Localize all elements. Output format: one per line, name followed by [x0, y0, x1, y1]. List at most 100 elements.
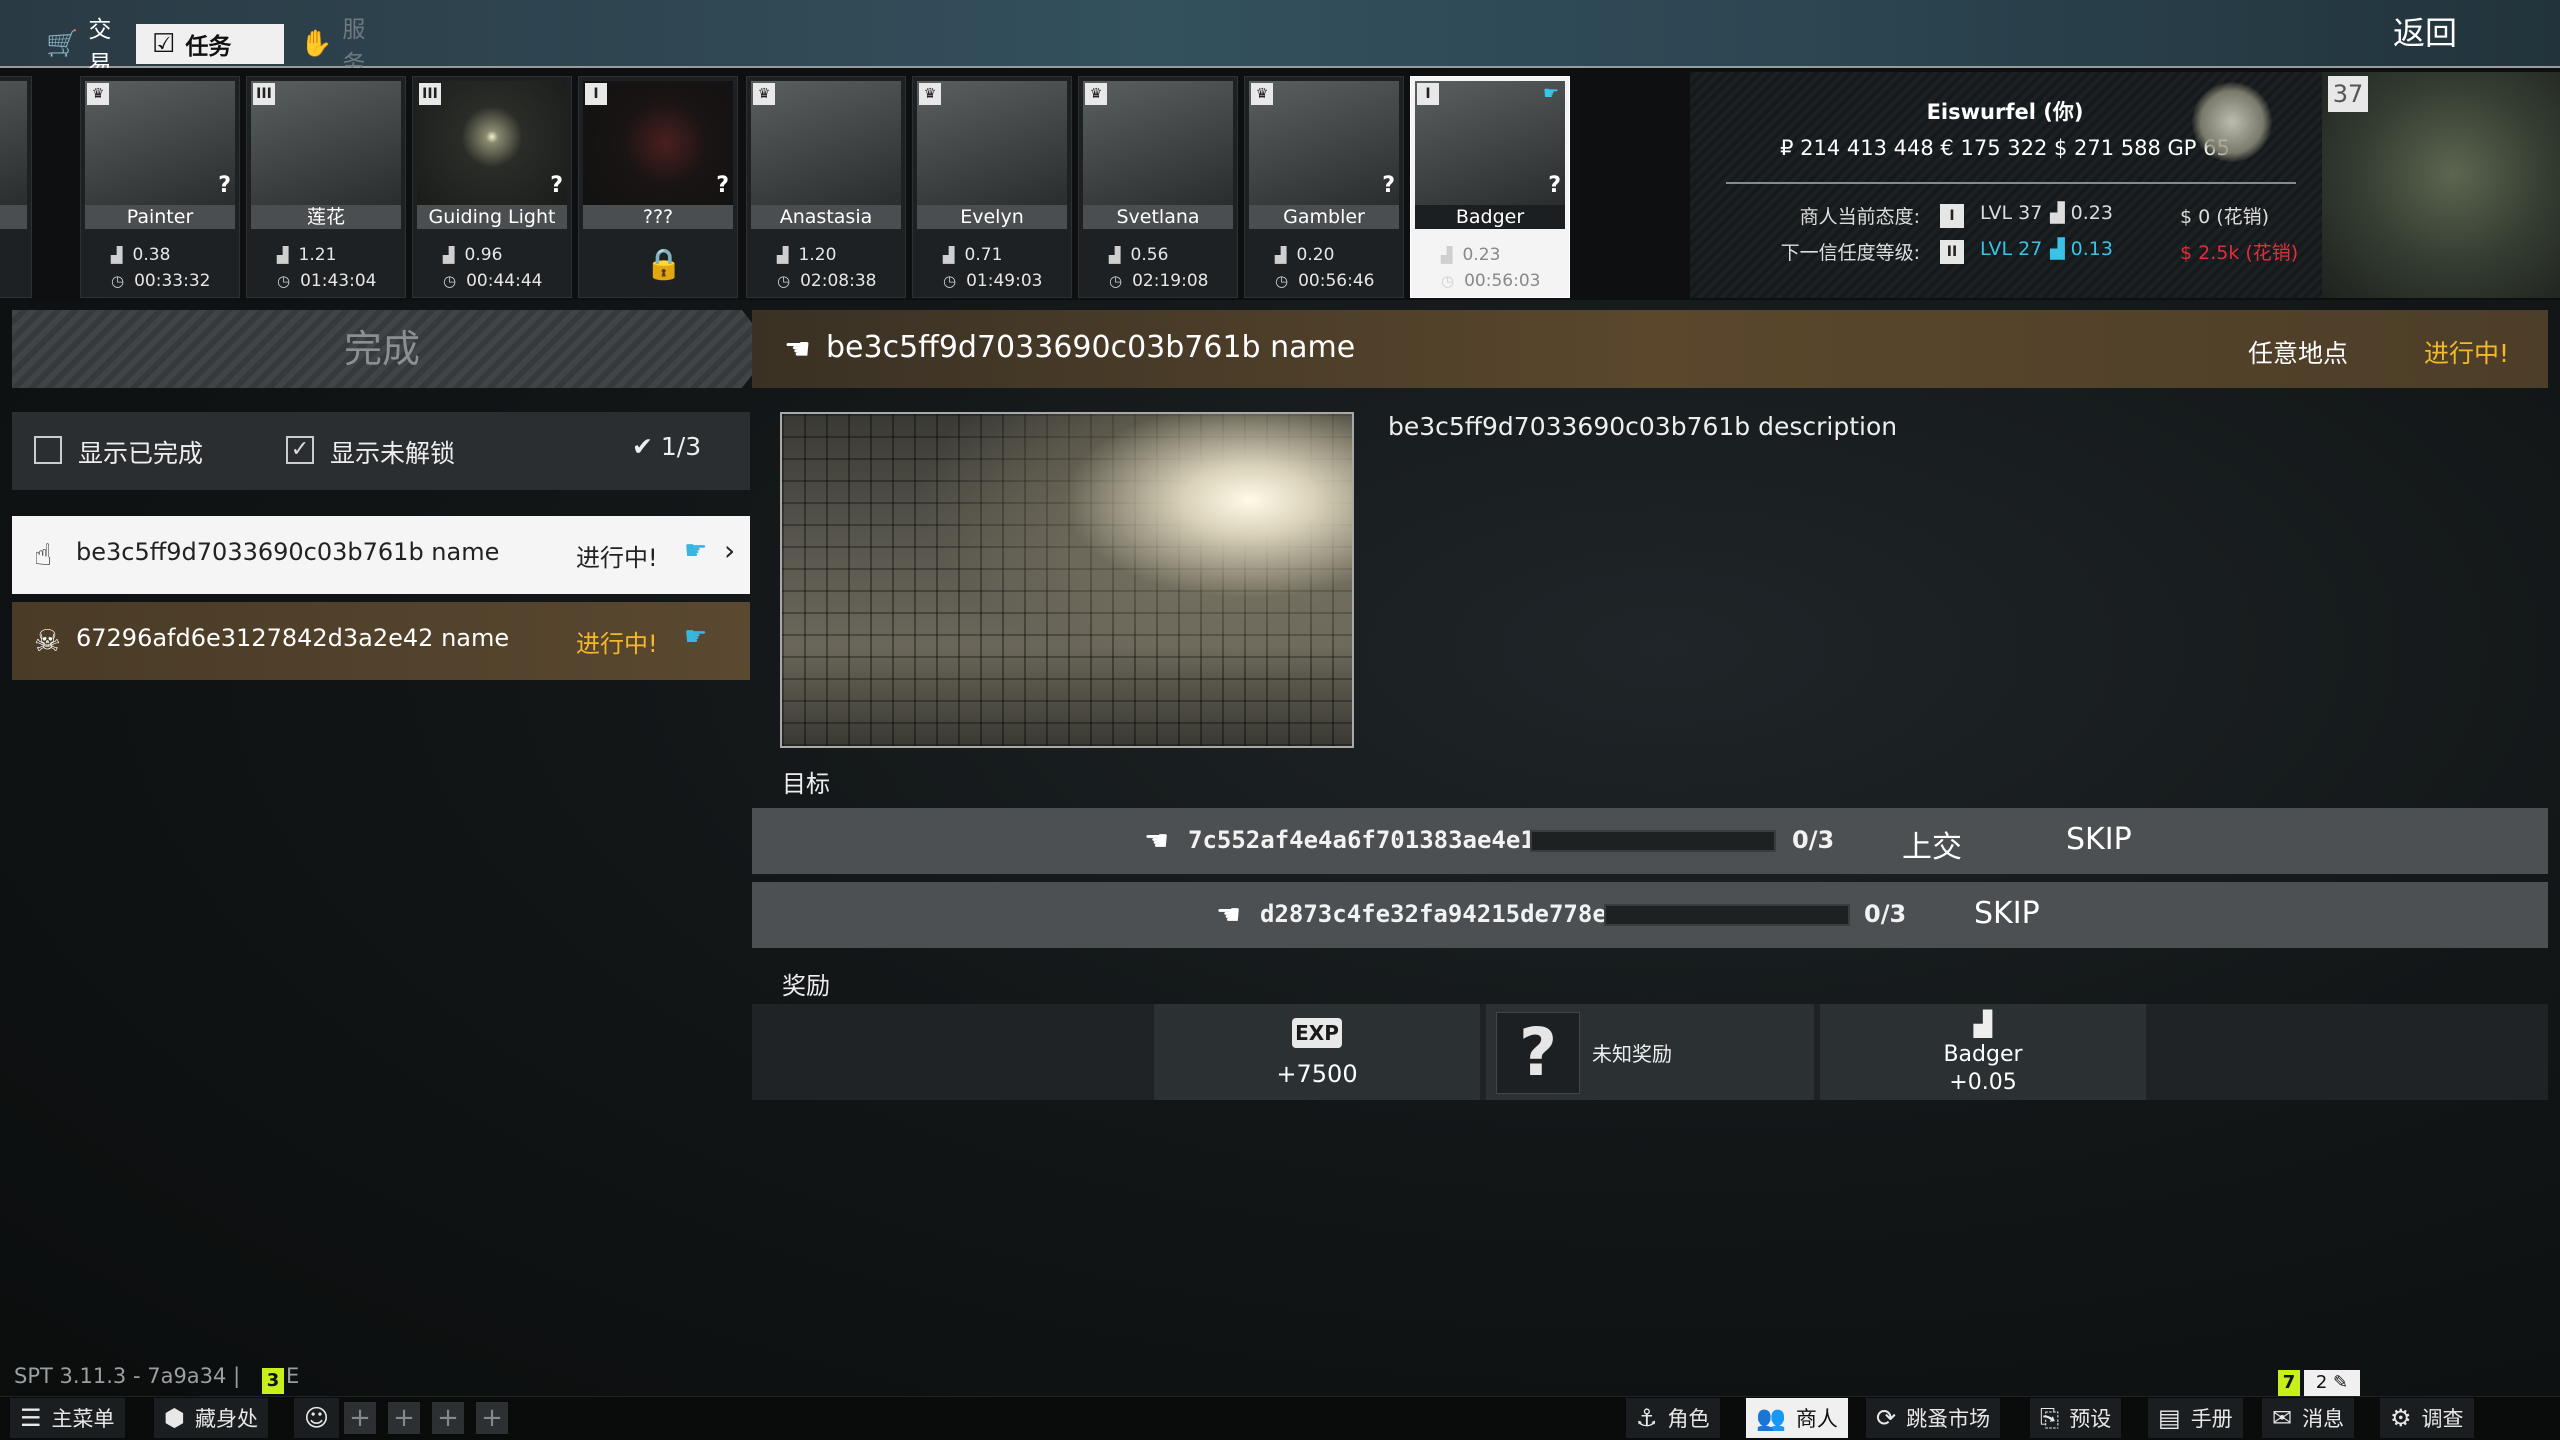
objective-progress: 0/3	[1792, 826, 1835, 854]
complete-quest-button[interactable]: 完成	[12, 310, 752, 388]
quest-description: be3c5ff9d7033690c03b761b description	[1388, 412, 1898, 441]
main-menu-button[interactable]: ☰ 主菜单	[10, 1398, 125, 1438]
loyalty-rank-badge: ♛	[919, 83, 941, 105]
back-button[interactable]: 返回	[2370, 10, 2480, 56]
loyalty-rank-badge: ♛	[753, 83, 775, 105]
next-rank-badge: II	[1940, 240, 1964, 264]
objectives-label: 目标	[782, 770, 830, 798]
quest-list-item[interactable]: ☠ 67296afd6e3127842d3a2e42 name 进行中! ☛	[12, 602, 750, 680]
show-locked-label[interactable]: 显示未解锁	[330, 434, 455, 470]
trader-card[interactable]: ♛? Gambler ▟ 0.20 ◷ 00:56:46	[1244, 76, 1404, 298]
top-bar: 🛒 交易 ☑ 任务 ✋ 服务 返回	[0, 0, 2560, 77]
tab-trade[interactable]: 🛒 交易	[30, 17, 134, 77]
character-button[interactable]: ⚓ 角色	[1626, 1398, 1720, 1438]
hand-pointer-icon: ☝	[34, 538, 53, 573]
standing-value: ▟ 0.23	[2050, 202, 2113, 224]
trader-restock-timer: ◷ 00:56:03	[1441, 271, 1541, 291]
standing-icon: ▟	[777, 246, 789, 264]
trader-name: Anastasia	[751, 205, 901, 229]
quick-slot[interactable]: +	[476, 1402, 508, 1434]
trader-standing: ▟ 0.96	[443, 245, 503, 265]
quick-slot[interactable]: +	[432, 1402, 464, 1434]
trader-card[interactable]: III? Guiding Light ▟ 0.96 ◷ 00:44:44	[412, 76, 572, 298]
exp-icon: EXP	[1292, 1018, 1342, 1048]
next-required-level: LVL 27	[1980, 238, 2043, 260]
tab-services[interactable]: ✋ 服务	[284, 17, 404, 77]
version-suffix: E	[286, 1364, 300, 1388]
hideout-button[interactable]: ⬢ 藏身处	[154, 1398, 268, 1438]
reward-exp: EXP +7500	[1154, 1004, 1480, 1100]
show-completed-checkbox[interactable]	[34, 436, 62, 464]
tracked-quest-icon[interactable]: ☛	[684, 536, 707, 566]
check-circle-icon: ✔	[632, 432, 661, 461]
objective-row: ☚ 7c552af4e4a6f701383ae4e1 0/3 上交 SKIP	[752, 808, 2548, 874]
trader-restock-timer: ◷ 00:56:46	[1275, 271, 1375, 291]
trader-name: Painter	[85, 205, 235, 229]
tracked-quest-icon[interactable]: ☛	[684, 622, 707, 652]
standing-icon: ▟	[943, 246, 955, 264]
chevron-right-icon: ›	[724, 534, 736, 567]
show-completed-label[interactable]: 显示已完成	[78, 434, 203, 470]
objective-name: 7c552af4e4a6f701383ae4e1	[1188, 826, 1535, 854]
quest-count: ✔ 1/3	[632, 432, 702, 461]
messages-button[interactable]: ✉ 消息	[2262, 1398, 2355, 1438]
skip-button[interactable]: SKIP	[1974, 896, 2040, 931]
trader-card[interactable]: I? ☛ Badger ▟ 0.23 ◷ 00:56:03	[1410, 76, 1570, 298]
tracked-icon: ☛	[1542, 83, 1559, 104]
hand-pointer-icon: ☚	[1144, 824, 1170, 857]
skull-icon: ☠	[34, 624, 61, 659]
trader-card[interactable]: 裁判▟1◷27:25	[0, 76, 32, 298]
handbook-icon: ▤	[2158, 1404, 2181, 1432]
trader-restock-timer: ◷ 02:19:08	[1109, 271, 1209, 291]
trader-card[interactable]: ♛ Svetlana ▟ 0.56 ◷ 02:19:08	[1078, 76, 1238, 298]
quick-slot[interactable]: +	[388, 1402, 420, 1434]
presets-button[interactable]: ⎘ 预设	[2030, 1398, 2122, 1438]
trader-card[interactable]: ♛? Painter ▟ 0.38 ◷ 00:33:32	[80, 76, 240, 298]
trader-name: Guiding Light	[417, 205, 567, 229]
objective-name: d2873c4fe32fa94215de778e	[1260, 900, 1607, 928]
trader-card[interactable]: ♛ Evelyn ▟ 0.71 ◷ 01:49:03	[912, 76, 1072, 298]
character-icon: ⚓	[1636, 1404, 1658, 1432]
traders-button[interactable]: 👥 商人	[1746, 1398, 1848, 1438]
clock-icon: ◷	[277, 272, 291, 290]
tab-tasks[interactable]: ☑ 任务	[136, 24, 284, 64]
skip-button[interactable]: SKIP	[2066, 822, 2132, 857]
unknown-icon: ?	[218, 173, 231, 198]
trader-name: 莲花	[251, 205, 401, 229]
show-locked-checkbox[interactable]: ✓	[286, 436, 314, 464]
trader-card[interactable]: I???? 🔒	[578, 76, 738, 298]
next-spent-value: $ 2.5k (花销)	[2180, 242, 2299, 264]
trader-restock-timer: ◷ 02:08:38	[777, 271, 877, 291]
reward-reputation: ▟ Badger +0.05	[1820, 1004, 2146, 1100]
loyalty-rank-badge: III	[419, 83, 441, 105]
trader-name: Svetlana	[1083, 205, 1233, 229]
next-standing-label: 下一信任度等级:	[1780, 242, 1920, 264]
quest-list-name: 67296afd6e3127842d3a2e42 name	[76, 624, 510, 652]
unknown-reward-icon: ?	[1496, 1012, 1580, 1094]
quest-title: be3c5ff9d7033690c03b761b name	[826, 330, 1356, 365]
handbook-button[interactable]: ▤ 手册	[2148, 1398, 2243, 1438]
flea-market-button[interactable]: ⟳ 跳蚤市场	[1866, 1398, 2001, 1438]
standing-icon: ▟	[1109, 246, 1121, 264]
objective-progress: 0/3	[1864, 900, 1907, 928]
trader-card[interactable]: ♛ Anastasia ▟ 1.20 ◷ 02:08:38	[746, 76, 906, 298]
quest-filter-bar: 显示已完成 ✓ 显示未解锁 ✔ 1/3	[12, 412, 750, 490]
trader-restock-timer: ◷ 00:44:44	[443, 271, 543, 291]
quest-list-status: 进行中!	[576, 544, 658, 572]
trader-name: ???	[583, 205, 733, 229]
settings-button[interactable]: ⚙ 调查	[2380, 1398, 2474, 1438]
trader-name: Badger	[1415, 205, 1565, 229]
user-icon: ☺	[304, 1404, 330, 1432]
trader-name: Gambler	[1249, 205, 1399, 229]
handover-button[interactable]: 上交	[1902, 822, 1962, 866]
quest-list-item[interactable]: ☝ be3c5ff9d7033690c03b761b name 进行中! ☛ ›	[12, 516, 750, 594]
profile-button[interactable]: ☺	[294, 1398, 340, 1438]
trader-standing: ▟ 0.20	[1275, 245, 1335, 265]
loyalty-rank-badge: I	[1940, 204, 1964, 228]
quick-slot[interactable]: +	[344, 1402, 376, 1434]
version-text: SPT 3.11.3 - 7a9a34 |	[14, 1364, 241, 1388]
trader-restock-timer: ◷ 00:33:32	[111, 271, 211, 291]
standing-icon: ▟	[443, 246, 455, 264]
trader-card[interactable]: III 莲花 ▟ 1.21 ◷ 01:43:04	[246, 76, 406, 298]
standing-icon: ▟	[2050, 202, 2071, 224]
